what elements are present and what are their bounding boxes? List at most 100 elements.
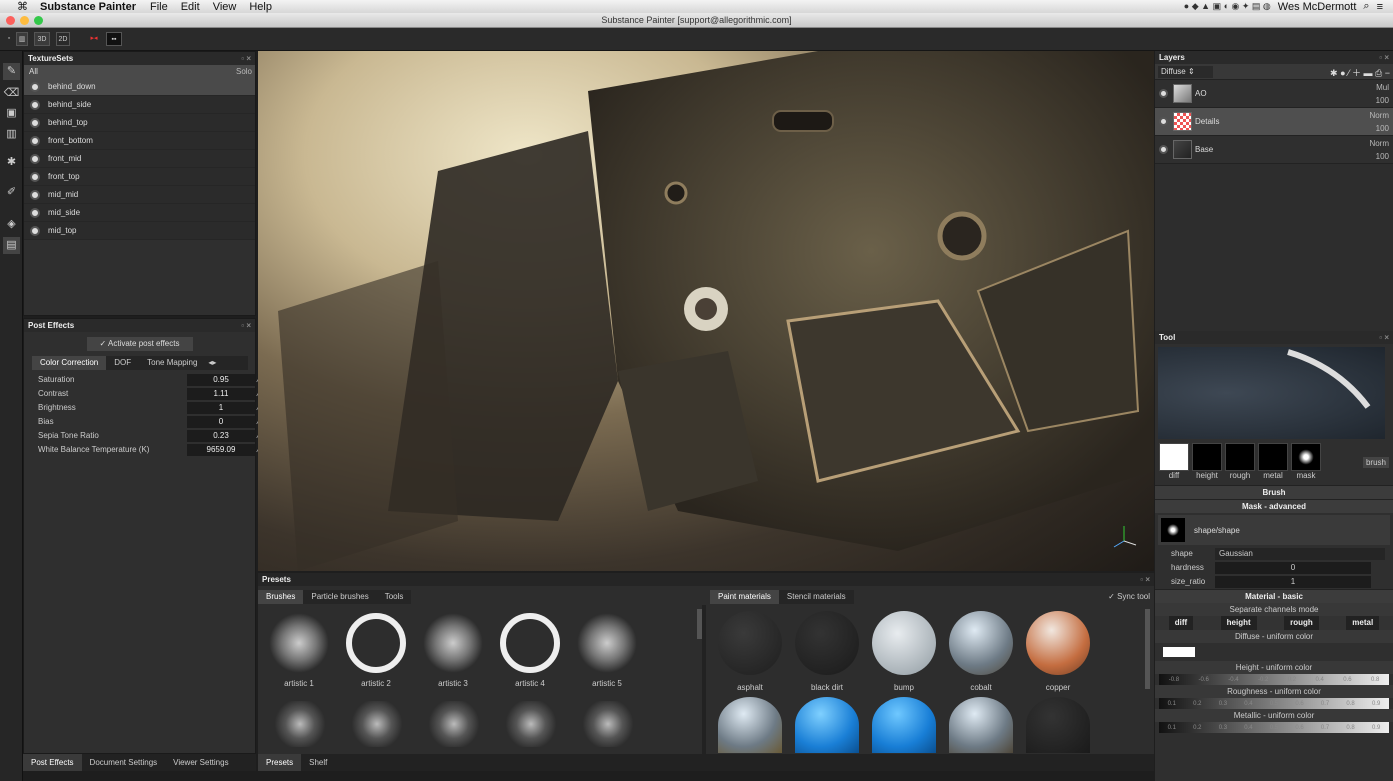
view-3d-button[interactable]: 3D (34, 32, 50, 46)
tab-color-correction[interactable]: Color Correction (32, 356, 107, 370)
layer-toolbar-icons[interactable]: ✱ ● ⁄ ＋ ▬ ⎙ − (1330, 66, 1390, 79)
menu-edit[interactable]: Edit (181, 1, 200, 13)
metallic-slider[interactable]: 0.1 0.2 0.3 0.4 0.5 0.6 0.7 0.8 0.9 (1159, 722, 1389, 733)
tab-post-effects[interactable]: Post Effects (23, 754, 82, 771)
tab-stencil-materials[interactable]: Stencil materials (779, 590, 854, 604)
layout-icon[interactable]: ▫ (4, 32, 14, 46)
visibility-eye-icon[interactable] (1159, 117, 1168, 126)
view-2d-button[interactable]: 2D (56, 32, 70, 46)
paint-brush-icon[interactable]: ✎ (3, 63, 20, 80)
tab-viewer-settings[interactable]: Viewer Settings (165, 754, 236, 771)
size-ratio-field[interactable]: 1 (1215, 576, 1371, 588)
sync-tool-checkbox[interactable]: ✓ Sync tool (1108, 592, 1150, 601)
layer-opacity[interactable]: 100 (1376, 96, 1389, 105)
layer-blend-mode[interactable]: Norm (1369, 111, 1389, 120)
material-preset[interactable] (872, 697, 936, 753)
close-window-button[interactable] (6, 16, 15, 25)
param-value-field[interactable]: 0 (187, 416, 255, 428)
brushes-scrollbar[interactable] (697, 609, 702, 639)
brush-preset[interactable]: artistic 5 (576, 613, 638, 688)
panel-close-icon[interactable]: ▫ × (1379, 331, 1389, 344)
param-value-field[interactable]: 1.11 (187, 388, 255, 400)
all-filter[interactable]: All (29, 67, 38, 76)
activate-post-effects-checkbox[interactable]: ✓ Activate post effects (86, 337, 193, 351)
material-preset[interactable] (795, 697, 859, 753)
app-menu[interactable]: Substance Painter (40, 1, 136, 13)
material-basic-section[interactable]: Material - basic (1155, 589, 1393, 603)
layer-opacity[interactable]: 100 (1376, 152, 1389, 161)
textureset-item[interactable]: front_bottom (24, 132, 255, 150)
material-preset[interactable]: asphalt (716, 611, 784, 692)
material-preset[interactable]: bump (870, 611, 938, 692)
visibility-eye-icon[interactable] (30, 136, 40, 146)
separate-channel-button[interactable]: rough (1284, 616, 1319, 630)
panel-close-icon[interactable]: ▫ × (1140, 573, 1150, 586)
brush-preset[interactable] (503, 701, 559, 747)
param-value-field[interactable]: 9659.09 (187, 444, 255, 456)
materials-scrollbar[interactable] (1145, 609, 1150, 689)
tab-tools[interactable]: Tools (377, 590, 412, 604)
channel-thumb[interactable]: diff (1159, 443, 1189, 480)
particle-icon[interactable]: ✱ (3, 154, 20, 171)
split-view-icon[interactable]: ▥ (16, 32, 28, 46)
visibility-eye-icon[interactable] (1159, 145, 1168, 154)
color-picker-icon[interactable]: ✐ (3, 184, 20, 201)
tab-dof[interactable]: DOF (106, 356, 139, 370)
brush-preset[interactable]: artistic 2 (345, 613, 407, 688)
roughness-slider[interactable]: 0.1 0.2 0.3 0.4 0.5 0.6 0.7 0.8 0.9 (1159, 698, 1389, 709)
layer-opacity[interactable]: 100 (1376, 124, 1389, 133)
menu-file[interactable]: File (150, 1, 168, 13)
fill-icon[interactable]: ◈ (3, 216, 20, 233)
brush-preset[interactable] (426, 701, 482, 747)
separate-channel-button[interactable]: height (1220, 616, 1257, 630)
param-value-field[interactable]: 1 (187, 402, 255, 414)
separate-channel-button[interactable]: diff (1168, 616, 1194, 630)
tab-brushes[interactable]: Brushes (258, 590, 304, 604)
zoom-window-button[interactable] (34, 16, 43, 25)
channel-thumb[interactable]: metal (1258, 443, 1288, 480)
layer-item[interactable]: Details Norm 100 (1155, 108, 1393, 136)
visibility-eye-icon[interactable] (30, 226, 40, 236)
notification-list-icon[interactable]: ≡ (1377, 1, 1383, 13)
channel-thumb[interactable]: rough (1225, 443, 1255, 480)
brush-button[interactable]: brush (1362, 457, 1389, 468)
solo-button[interactable]: Solo (236, 65, 252, 78)
channel-select[interactable]: Diffuse ⇕ (1158, 66, 1213, 78)
brush-preset[interactable]: artistic 4 (499, 613, 561, 688)
minimize-window-button[interactable] (20, 16, 29, 25)
tab-scroll-arrows-icon[interactable]: ◂▸ (205, 356, 219, 370)
diffuse-color-swatch[interactable] (1163, 647, 1195, 657)
visibility-eye-icon[interactable] (30, 172, 40, 182)
panel-close-icon[interactable]: ▫ × (241, 52, 251, 65)
tab-tone-mapping[interactable]: Tone Mapping (139, 356, 205, 370)
tab-paint-materials[interactable]: Paint materials (710, 590, 779, 604)
tab-particle-brushes[interactable]: Particle brushes (303, 590, 376, 604)
hardness-field[interactable]: 0 (1215, 562, 1371, 574)
layer-blend-mode[interactable]: Norm (1369, 139, 1389, 148)
textureset-item[interactable]: behind_top (24, 114, 255, 132)
layers-stack-icon[interactable]: ▤ (3, 237, 20, 254)
param-value-field[interactable]: 0.23 (187, 430, 255, 442)
menu-view[interactable]: View (213, 1, 237, 13)
material-preset[interactable]: copper (1024, 611, 1092, 692)
spotlight-search-icon[interactable]: ⌕ (1363, 0, 1369, 13)
brush-preset[interactable] (580, 701, 636, 747)
visibility-eye-icon[interactable] (1159, 89, 1168, 98)
channel-thumb[interactable]: height (1192, 443, 1222, 480)
stamp-icon[interactable]: ▥ (3, 126, 20, 143)
textureset-item[interactable]: mid_side (24, 204, 255, 222)
visibility-eye-icon[interactable] (30, 118, 40, 128)
shape-selector[interactable]: shape/shape (1158, 515, 1390, 545)
tab-presets[interactable]: Presets (258, 754, 302, 771)
brush-section[interactable]: Brush (1155, 485, 1393, 499)
panel-close-icon[interactable]: ▫ × (241, 319, 251, 332)
3d-viewport[interactable] (258, 51, 1154, 571)
textureset-item[interactable]: behind_side (24, 96, 255, 114)
apple-icon[interactable]: ⌘ (17, 0, 28, 13)
height-slider[interactable]: -0.8 -0.6 -0.4 -0.2 0.2 0.4 0.6 0.8 (1159, 674, 1389, 685)
textureset-item[interactable]: behind_down (24, 78, 255, 96)
visibility-eye-icon[interactable] (30, 208, 40, 218)
material-preset[interactable]: cobalt (947, 611, 1015, 692)
quad-view-button[interactable]: ▪▪ (106, 32, 122, 46)
layer-blend-mode[interactable]: Mul (1376, 83, 1389, 92)
